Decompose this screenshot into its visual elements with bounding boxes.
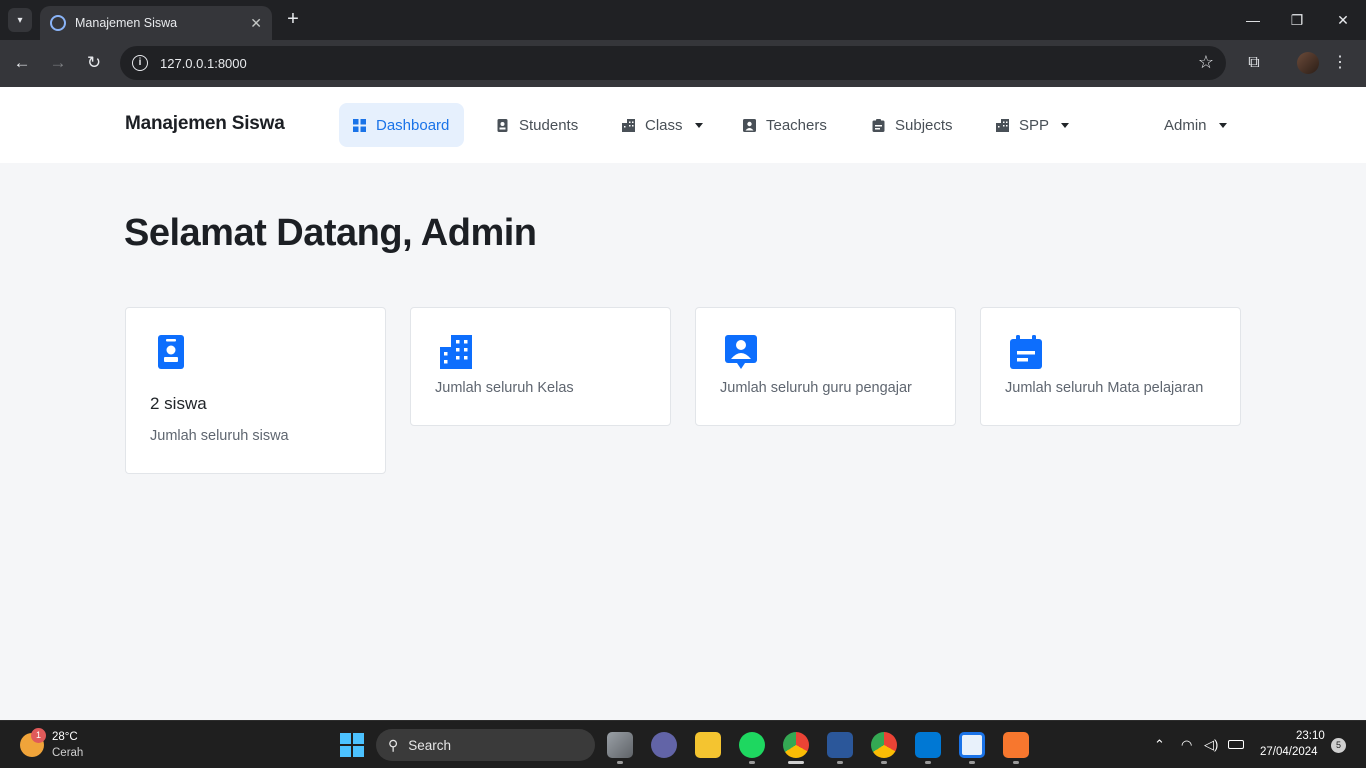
calendar-icon: [1010, 335, 1042, 369]
teacher-board-icon: [725, 335, 757, 369]
taskbar-search[interactable]: ⚲ Search: [376, 729, 595, 761]
app-navbar: Manajemen Siswa Dashboard Students Class…: [0, 87, 1366, 163]
chrome-profile-icon[interactable]: [871, 732, 897, 758]
nav-label-spp: SPP: [1019, 116, 1050, 134]
chrome-icon[interactable]: [783, 732, 809, 758]
card-description: Jumlah seluruh Mata pelajaran: [1005, 380, 1204, 396]
chevron-down-icon: [1061, 122, 1070, 128]
extensions-icon[interactable]: ⧉: [1243, 52, 1265, 74]
windows-taskbar: 1 28°C Cerah ⚲ Search ⌃ ◠ ◁) 23:10 27/04…: [0, 720, 1366, 768]
nav-item-subjects[interactable]: Subjects: [858, 103, 967, 147]
profile-avatar[interactable]: [1297, 52, 1319, 74]
weather-badge: 1: [31, 728, 46, 743]
task-view-icon[interactable]: [607, 732, 633, 758]
running-indicator: [881, 761, 887, 764]
user-square-icon: [743, 118, 756, 132]
building-icon: [622, 118, 635, 132]
bookmark-star-icon[interactable]: ☆: [1198, 52, 1214, 73]
tab-title: Manajemen Siswa: [75, 16, 178, 30]
search-placeholder: Search: [408, 737, 452, 753]
nav-label-dashboard: Dashboard: [376, 116, 450, 134]
running-indicator: [749, 761, 755, 764]
card-description: Jumlah seluruh siswa: [150, 428, 289, 444]
running-indicator: [1013, 761, 1019, 764]
nav-label-teachers: Teachers: [766, 116, 827, 134]
nav-item-students[interactable]: Students: [482, 103, 592, 147]
start-button[interactable]: [340, 733, 364, 757]
teams-icon[interactable]: [651, 732, 677, 758]
nav-label-subjects: Subjects: [895, 116, 953, 134]
browser-tab-strip: ▾ Manajemen Siswa ✕ + — ❐ ✕: [0, 0, 1366, 40]
card-description: Jumlah seluruh guru pengajar: [720, 380, 912, 396]
running-indicator: [837, 761, 843, 764]
close-window-button[interactable]: ✕: [1331, 8, 1355, 32]
card-description: Jumlah seluruh Kelas: [435, 380, 574, 396]
forward-button[interactable]: →: [45, 50, 71, 76]
nav-item-dashboard[interactable]: Dashboard: [339, 103, 464, 147]
active-indicator: [788, 761, 804, 764]
page-title: Selamat Datang, Admin: [124, 212, 537, 254]
stat-card-subjects: Jumlah seluruh Mata pelajaran: [980, 307, 1241, 426]
stat-card-students: 2 siswa Jumlah seluruh siswa: [125, 307, 386, 474]
building-icon: [440, 335, 472, 369]
site-info-icon[interactable]: i: [132, 55, 148, 71]
running-indicator: [617, 761, 623, 764]
running-indicator: [925, 761, 931, 764]
nav-item-class[interactable]: Class: [608, 103, 717, 147]
stat-card-teachers: Jumlah seluruh guru pengajar: [695, 307, 956, 426]
browser-tab[interactable]: Manajemen Siswa ✕: [40, 6, 272, 40]
browser-toolbar: ← → ↻ i 127.0.0.1:8000 ☆ ⧉ ⋮: [0, 40, 1366, 87]
clock-date[interactable]: 27/04/2024: [1260, 746, 1318, 758]
word-icon[interactable]: [827, 732, 853, 758]
nav-item-teachers[interactable]: Teachers: [729, 103, 841, 147]
tab-close-icon[interactable]: ✕: [250, 15, 262, 32]
reload-button[interactable]: ↻: [81, 50, 107, 76]
stat-card-classes: Jumlah seluruh Kelas: [410, 307, 671, 426]
restore-button[interactable]: ❐: [1285, 8, 1309, 32]
chevron-up-icon[interactable]: ⌃: [1154, 737, 1165, 753]
building-icon: [996, 118, 1009, 132]
notification-badge[interactable]: 5: [1331, 738, 1346, 753]
user-name: Admin: [1164, 116, 1207, 134]
browser-menu-icon[interactable]: ⋮: [1329, 52, 1351, 74]
back-button[interactable]: ←: [9, 50, 35, 76]
brand-title[interactable]: Manajemen Siswa: [125, 113, 285, 135]
spotify-icon[interactable]: [739, 732, 765, 758]
nav-label-students: Students: [519, 116, 579, 134]
grid-icon: [353, 118, 366, 132]
user-menu[interactable]: Admin: [1150, 103, 1241, 147]
chevron-down-icon: [1218, 122, 1227, 128]
nav-item-spp[interactable]: SPP: [982, 103, 1083, 147]
search-icon: ⚲: [388, 736, 399, 753]
minimize-button[interactable]: —: [1241, 8, 1265, 32]
nav-label-class: Class: [645, 116, 683, 134]
xampp-icon[interactable]: [1003, 732, 1029, 758]
tab-search-button[interactable]: ▾: [8, 8, 32, 32]
address-bar[interactable]: i 127.0.0.1:8000 ☆: [120, 46, 1226, 80]
weather-temperature[interactable]: 28°C: [52, 731, 78, 743]
new-tab-button[interactable]: +: [282, 8, 304, 30]
tab-favicon-icon: [50, 15, 66, 31]
vscode-icon[interactable]: [915, 732, 941, 758]
file-explorer-icon[interactable]: [695, 732, 721, 758]
url-text: 127.0.0.1:8000: [160, 55, 247, 71]
chevron-down-icon: [694, 122, 703, 128]
clipboard-icon: [872, 118, 885, 132]
running-indicator: [969, 761, 975, 764]
id-badge-icon: [158, 335, 184, 369]
id-badge-icon: [497, 118, 508, 132]
clock-time[interactable]: 23:10: [1296, 730, 1325, 742]
notepad-icon[interactable]: [959, 732, 985, 758]
weather-condition[interactable]: Cerah: [52, 747, 83, 759]
student-count: 2 siswa: [150, 394, 207, 413]
battery-icon[interactable]: [1228, 740, 1244, 749]
wifi-icon[interactable]: ◠: [1181, 737, 1192, 753]
volume-icon[interactable]: ◁): [1204, 737, 1218, 753]
